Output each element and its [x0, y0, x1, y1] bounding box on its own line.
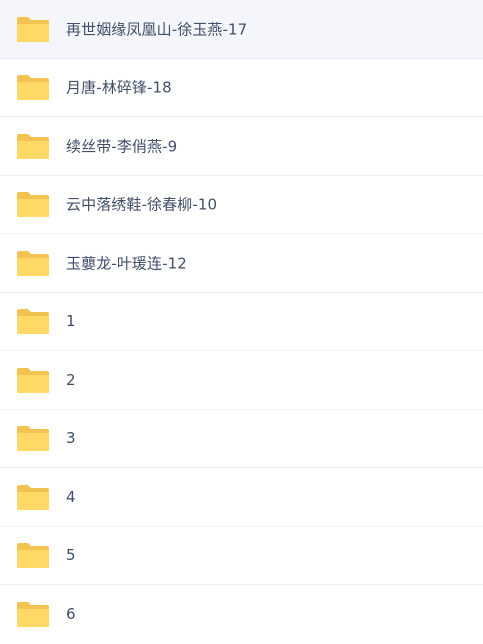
folder-row[interactable]: 2 — [0, 351, 483, 410]
folder-icon — [17, 192, 49, 218]
folder-icon — [17, 75, 49, 101]
folder-name: 4 — [66, 487, 76, 506]
folder-icon — [17, 543, 49, 569]
folder-name: 2 — [66, 370, 76, 389]
folder-name: 玉蘡龙-叶瑗连-12 — [66, 254, 187, 273]
folder-icon — [17, 16, 49, 42]
folder-row[interactable]: 4 — [0, 468, 483, 527]
folder-icon — [17, 250, 49, 276]
folder-row[interactable]: 3 — [0, 410, 483, 468]
folder-icon — [17, 484, 49, 510]
folder-icon — [17, 426, 49, 452]
folder-row[interactable]: 玉蘡龙-叶瑗连-12 — [0, 234, 483, 293]
folder-icon — [17, 602, 49, 628]
folder-name: 5 — [66, 546, 76, 565]
folder-name: 6 — [66, 605, 76, 624]
folder-icon — [17, 309, 49, 335]
folder-row[interactable]: 月唐-林碎锋-18 — [0, 59, 483, 117]
folder-name: 云中落绣鞋-徐春柳-10 — [66, 195, 218, 214]
folder-name: 续丝带-李俏燕-9 — [66, 137, 178, 156]
folder-row[interactable]: 1 — [0, 293, 483, 351]
folder-icon — [17, 133, 49, 159]
folder-row[interactable]: 再世姻缘凤凰山-徐玉燕-17 — [0, 0, 483, 59]
folder-row[interactable]: 6 — [0, 585, 483, 644]
folder-row[interactable]: 续丝带-李俏燕-9 — [0, 117, 483, 176]
file-list: 再世姻缘凤凰山-徐玉燕-17 月唐-林碎锋-18 续丝带-李俏燕-9 云中落绣鞋… — [0, 0, 483, 628]
folder-icon — [17, 367, 49, 393]
folder-name: 1 — [66, 312, 76, 331]
folder-name: 再世姻缘凤凰山-徐玉燕-17 — [66, 20, 248, 39]
folder-row[interactable]: 5 — [0, 527, 483, 585]
folder-name: 月唐-林碎锋-18 — [66, 78, 172, 97]
folder-row[interactable]: 云中落绣鞋-徐春柳-10 — [0, 176, 483, 234]
folder-name: 3 — [66, 429, 76, 448]
